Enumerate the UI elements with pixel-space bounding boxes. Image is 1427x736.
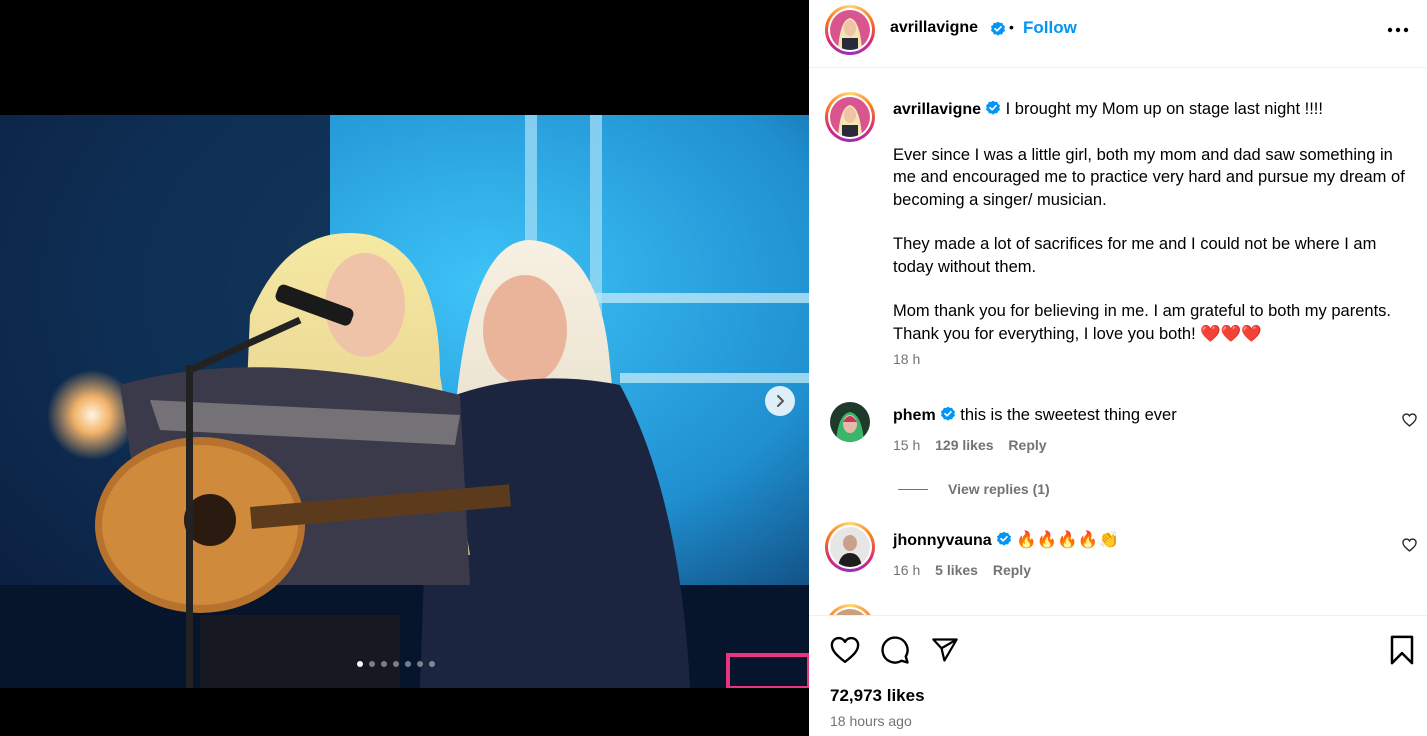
avatar-image <box>830 10 870 50</box>
carousel-indicator <box>357 661 435 667</box>
carousel-dot <box>393 661 399 667</box>
comments-section: avrillavigne I brought my Mom up on stag… <box>809 69 1427 615</box>
comment-username[interactable]: phem <box>893 407 936 424</box>
post-media <box>0 0 809 736</box>
comment: phem this is the sweetest thing ever <box>893 404 1373 428</box>
post-details-pane: avrillavigne • Follow avrillavigne I bro… <box>809 0 1427 736</box>
comment-likes[interactable]: 5 likes <box>935 562 978 578</box>
post-header: avrillavigne • Follow <box>809 0 1427 68</box>
stage-photo-illustration <box>0 115 809 688</box>
avatar-image <box>830 97 870 137</box>
verified-badge-icon <box>940 406 955 421</box>
heart-icon[interactable] <box>830 636 860 664</box>
carousel-dot <box>381 661 387 667</box>
send-icon[interactable] <box>930 636 960 664</box>
caption-avatar[interactable] <box>825 92 875 142</box>
comment-reply-button[interactable]: Reply <box>993 562 1031 578</box>
comment-time[interactable]: 15 h <box>893 437 920 453</box>
verified-badge-icon <box>996 531 1011 546</box>
author-avatar[interactable] <box>825 5 875 55</box>
comment-text: 🔥🔥🔥🔥👏 <box>1016 531 1120 549</box>
carousel-next-button[interactable] <box>765 386 795 416</box>
author-username[interactable]: avrillavigne <box>890 19 978 37</box>
avatar-image <box>830 402 870 442</box>
carousel-dot <box>429 661 435 667</box>
comment-username[interactable]: jhonnyvauna <box>893 532 992 549</box>
comment-time[interactable]: 16 h <box>893 562 920 578</box>
comment-icon[interactable] <box>880 635 910 665</box>
commenter-avatar[interactable] <box>825 522 875 572</box>
view-replies-button[interactable]: View replies (1) <box>948 481 1050 497</box>
comment-text: this is the sweetest thing ever <box>960 406 1177 424</box>
more-horizontal-icon[interactable] <box>1387 26 1409 34</box>
carousel-dot <box>357 661 363 667</box>
comment-meta: 15 h 129 likes Reply <box>893 437 1047 453</box>
verified-badge-icon <box>991 21 1005 36</box>
comment-like-heart-icon[interactable] <box>1402 413 1417 427</box>
header-separator: • <box>1009 19 1014 35</box>
post-actions: 72,973 likes 18 hours ago <box>809 615 1427 736</box>
caption-line: I brought my Mom up on stage last night … <box>1005 100 1323 118</box>
likes-count[interactable]: 72,973 likes <box>830 686 925 706</box>
caption-username[interactable]: avrillavigne <box>893 101 981 118</box>
comment: jhonnyvauna 🔥🔥🔥🔥👏 <box>893 529 1373 553</box>
view-replies-line <box>898 489 928 490</box>
comment-reply-button[interactable]: Reply <box>1008 437 1046 453</box>
caption: avrillavigne I brought my Mom up on stag… <box>893 98 1413 367</box>
commenter-avatar[interactable] <box>830 402 870 442</box>
carousel-dot <box>405 661 411 667</box>
verified-badge-icon <box>986 100 1001 115</box>
comment-like-heart-icon[interactable] <box>1402 538 1417 552</box>
caption-timestamp[interactable]: 18 h <box>893 351 1413 367</box>
caption-paragraph: Ever since I was a little girl, both my … <box>893 145 1405 209</box>
bookmark-icon[interactable] <box>1389 635 1415 665</box>
carousel-dot <box>369 661 375 667</box>
commenter-avatar[interactable] <box>825 604 875 615</box>
carousel-dot <box>417 661 423 667</box>
caption-paragraph: They made a lot of sacrifices for me and… <box>893 235 1377 276</box>
post-photo[interactable] <box>0 115 809 688</box>
post-timestamp[interactable]: 18 hours ago <box>830 713 912 729</box>
caption-paragraph: Mom thank you for believing in me. I am … <box>893 302 1391 343</box>
comment-meta: 16 h 5 likes Reply <box>893 562 1031 578</box>
chevron-right-icon <box>777 395 784 407</box>
avatar-image <box>830 527 870 567</box>
comment-likes[interactable]: 129 likes <box>935 437 993 453</box>
follow-button[interactable]: Follow <box>1023 18 1077 38</box>
